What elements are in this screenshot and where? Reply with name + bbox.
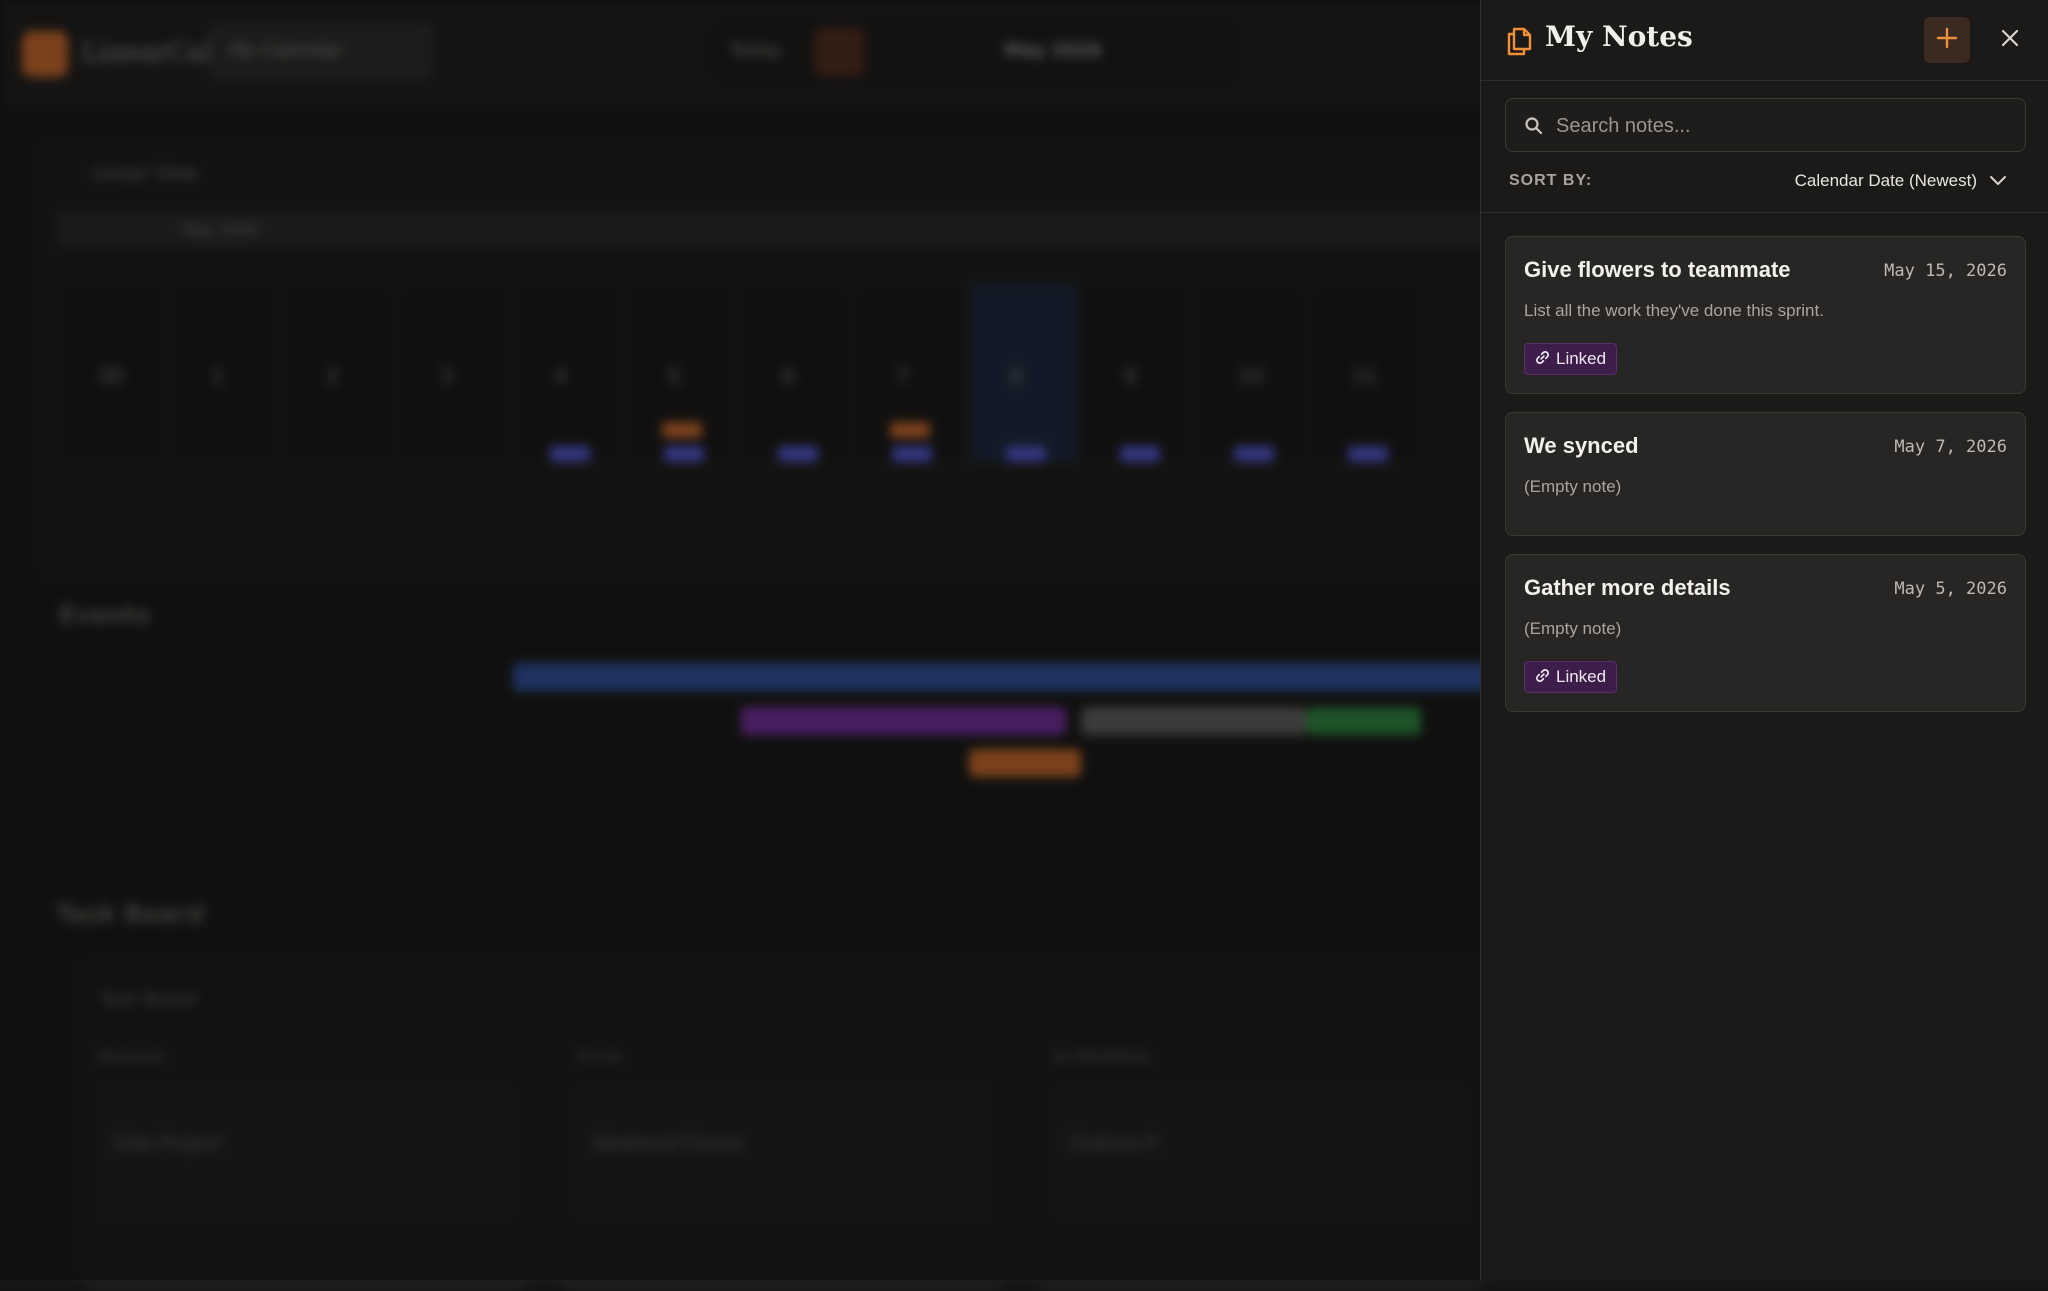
note-date: May 7, 2026 (1894, 437, 2007, 457)
linked-badge: Linked (1524, 661, 1618, 693)
notes-drawer: My Notes SORT BY: Calendar Date (Newest)… (1480, 0, 2048, 1280)
sort-by-label: SORT BY: (1509, 172, 1593, 189)
add-note-button[interactable] (1924, 17, 1970, 63)
sort-select[interactable]: Calendar Date (Newest) (1781, 164, 2007, 198)
note-preview: List all the work they've done this spri… (1524, 301, 1824, 320)
linked-badge: Linked (1524, 343, 1618, 375)
divider (1481, 212, 2048, 213)
note-card[interactable]: We synced May 7, 2026 (Empty note) (1505, 412, 2026, 536)
search-notes-field[interactable] (1505, 98, 2026, 152)
note-title: We synced (1524, 433, 1639, 458)
link-icon (1535, 668, 1550, 687)
note-card[interactable]: Give flowers to teammate May 15, 2026 Li… (1505, 236, 2026, 394)
plus-icon (1936, 25, 1958, 55)
note-preview: (Empty note) (1524, 619, 1622, 638)
search-notes-input[interactable] (1556, 109, 2011, 143)
drawer-title: My Notes (1545, 20, 1693, 53)
note-card[interactable]: Gather more details May 5, 2026 (Empty n… (1505, 554, 2026, 712)
note-title: Give flowers to teammate (1524, 257, 1791, 282)
linked-badge-label: Linked (1556, 349, 1607, 368)
drawer-header: My Notes (1481, 0, 2048, 81)
chevron-down-icon (1989, 172, 2007, 191)
sort-select-value: Calendar Date (Newest) (1794, 171, 1977, 190)
search-icon (1524, 116, 1544, 136)
backdrop-overlay[interactable] (0, 0, 1480, 1280)
close-drawer-button[interactable] (1989, 19, 2031, 61)
notes-icon (1505, 26, 1533, 56)
note-title: Gather more details (1524, 575, 1731, 600)
note-preview: (Empty note) (1524, 477, 1622, 496)
note-date: May 5, 2026 (1894, 579, 2007, 599)
link-icon (1535, 350, 1550, 369)
close-icon (2000, 28, 2020, 52)
linked-badge-label: Linked (1556, 667, 1607, 686)
note-date: May 15, 2026 (1884, 261, 2007, 281)
